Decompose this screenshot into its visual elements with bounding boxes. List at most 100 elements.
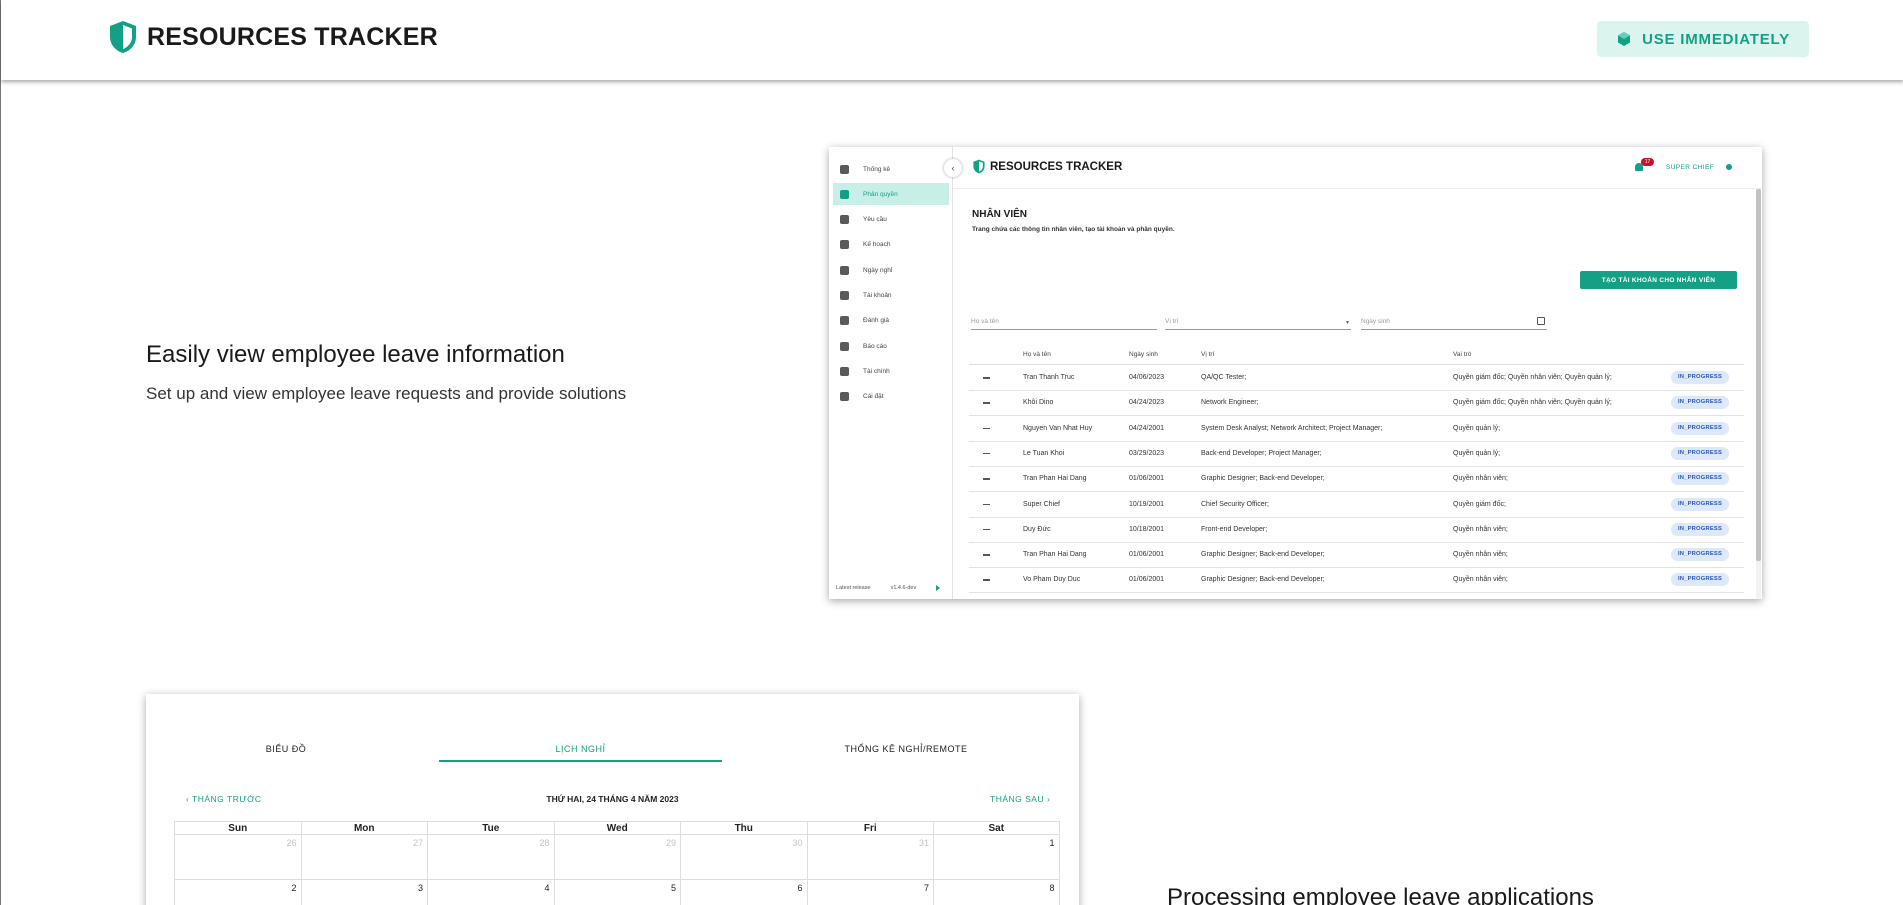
sidebar-item[interactable]: Ngày nghỉ	[833, 259, 949, 281]
tab-leave-remote-stats[interactable]: THỐNG KÊ NGHỈ/REMOTE	[776, 744, 1036, 754]
table-cell-name: Tran Phan Hai Dang	[1023, 551, 1087, 559]
birthday-filter-placeholder: Ngày sinh	[1361, 318, 1390, 325]
use-immediately-label: USE IMMEDIATELY	[1642, 30, 1790, 48]
sidebar-item[interactable]: Báo cáo	[833, 335, 949, 357]
play-icon[interactable]	[936, 585, 941, 591]
name-filter-placeholder: Họ và tên	[971, 318, 999, 325]
name-filter-input[interactable]: Họ và tên	[971, 314, 1157, 330]
calendar-icon	[840, 240, 849, 250]
column-header: Vị trí	[1201, 351, 1215, 358]
table-cell-name: Tran Phan Hai Dang	[1023, 475, 1087, 483]
table-cell-name: Vo Pham Duy Duc	[1023, 576, 1081, 584]
calendar-day-cell[interactable]: 1	[933, 835, 1060, 880]
shield-logo-icon	[973, 159, 985, 174]
calendar-day-cell[interactable]: 6	[680, 880, 807, 905]
tab-leave-calendar[interactable]: LỊCH NGHỈ	[439, 744, 722, 754]
account-icon	[840, 291, 849, 300]
sidebar-item[interactable]: Cài đặt	[833, 386, 949, 408]
sidebar-item-label: Tài khoản	[863, 292, 892, 299]
chevron-down-icon: ▾	[1345, 320, 1349, 326]
table-cell-birthday: 10/18/2001	[1129, 525, 1165, 533]
column-header: Vai trò	[1453, 351, 1472, 358]
sidebar-item-label: Yêu cầu	[863, 216, 887, 224]
table-cell-position: Graphic Designer; Back-end Developer;	[1201, 551, 1325, 559]
table-row[interactable]: Vo Pham Duy Duc 01/06/2001 Graphic Designe…	[969, 568, 1744, 594]
table-row[interactable]: Duy Đức 10/18/2001 Front-end Developer; Quy…	[969, 518, 1744, 543]
calendar-day-cell[interactable]: 3	[300, 880, 428, 905]
row-actions-icon[interactable]	[983, 377, 990, 379]
table-cell-position: Network Engineer;	[1201, 399, 1259, 407]
weekday-header: Mon	[300, 821, 427, 835]
sidebar-item[interactable]: Thống kê	[833, 158, 949, 180]
use-immediately-button[interactable]: USE IMMEDIATELY	[1597, 21, 1809, 57]
sidebar-item[interactable]: Tài chính	[833, 360, 949, 382]
row-actions-icon[interactable]	[983, 478, 990, 480]
current-date: THỨ HAI, 24 THÁNG 4 NĂM 2023	[546, 794, 679, 804]
row-actions-icon[interactable]	[983, 503, 990, 505]
row-actions-icon[interactable]	[983, 427, 990, 430]
table-cell-birthday: 04/24/2023	[1129, 399, 1165, 407]
weekday-header: Wed	[553, 821, 680, 835]
calendar-day-cell[interactable]: 28	[427, 835, 554, 880]
create-account-button[interactable]: TẠO TÀI KHOẢN CHO NHÂN VIÊN	[1580, 271, 1737, 289]
table-row[interactable]: Super Chief 10/19/2001 Chief Security Offi…	[969, 493, 1744, 518]
status-badge: IN_PROGRESS	[1671, 421, 1729, 435]
sidebar-item-label: Thống kê	[863, 165, 891, 173]
status-badge: IN_PROGRESS	[1671, 573, 1729, 587]
report-icon	[840, 341, 849, 351]
birthday-filter-input[interactable]: Ngày sinh	[1361, 314, 1547, 330]
table-cell-birthday: 04/24/2001	[1129, 424, 1165, 432]
preview-brand: RESOURCES TRACKER	[973, 159, 1122, 174]
position-filter-select[interactable]: Vị trí ▾	[1165, 314, 1351, 330]
feature-description-leave-info: Set up and view employee leave requests …	[146, 384, 627, 403]
calendar-day-cell[interactable]: 29	[553, 835, 680, 880]
row-actions-icon[interactable]	[983, 528, 990, 531]
table-row[interactable]: Le Tuan Khoi 03/29/2023 Back-end Developer…	[969, 442, 1744, 467]
brand-logo[interactable]: RESOURCES TRACKER	[109, 20, 438, 54]
calendar-day-cell[interactable]: 31	[806, 835, 933, 880]
tab-chart[interactable]: BIỂU ĐỒ	[186, 744, 386, 754]
table-row[interactable]: Tran Phan Hai Dang 01/06/2001 Graphic Desi…	[969, 467, 1744, 493]
sidebar-item[interactable]: Kế hoạch	[833, 234, 949, 256]
preview-sidebar: Thống kê Phân quyền Yêu cầu Kế hoạch Ngày ng…	[829, 147, 953, 599]
calendar-day-cell[interactable]: 4	[427, 880, 554, 905]
table-row[interactable]: Tran Phan Hai Dang 01/06/2001 Graphic Desi…	[969, 543, 1744, 569]
calendar-day-cell[interactable]: 2	[174, 880, 301, 905]
sidebar-item-label: Ngày nghỉ	[863, 266, 893, 274]
sidebar-item-label: Tài chính	[863, 367, 890, 375]
user-icon[interactable]	[1726, 164, 1732, 170]
calendar-day-cell[interactable]: 27	[300, 835, 427, 880]
table-cell-position: Graphic Designer; Back-end Developer;	[1201, 576, 1325, 584]
row-actions-icon[interactable]	[983, 402, 990, 404]
table-cell-birthday: 10/19/2001	[1129, 500, 1165, 508]
calendar-icon[interactable]	[1537, 317, 1545, 325]
table-cell-birthday: 01/06/2001	[1129, 475, 1165, 483]
table-cell-role: Quyền nhân viên;	[1453, 576, 1508, 584]
calendar-day-cell[interactable]: 5	[553, 880, 681, 905]
sidebar-item-label: Báo cáo	[863, 342, 887, 350]
table-cell-position: Front-end Developer;	[1201, 525, 1268, 533]
sidebar-item[interactable]: Phân quyền	[833, 183, 949, 206]
calendar-day-cell[interactable]: 8	[933, 880, 1060, 905]
calendar-day-cell[interactable]: 30	[680, 835, 807, 880]
sidebar-item[interactable]: Tài khoản	[833, 285, 949, 307]
table-cell-role: Quyền quản lý;	[1453, 449, 1501, 457]
table-row[interactable]: Nguyen Van Nhat Huy 04/24/2001 System Desk…	[969, 417, 1744, 442]
row-actions-icon[interactable]	[983, 579, 990, 581]
row-actions-icon[interactable]	[983, 554, 990, 556]
calendar-day-cell[interactable]: 26	[174, 835, 301, 880]
user-name[interactable]: SUPER CHIEF	[1666, 164, 1714, 171]
row-actions-icon[interactable]	[983, 452, 990, 455]
table-row[interactable]: Tran Thanh Truc 04/06/2023 QA/QC Tester; Qu…	[969, 366, 1744, 391]
table-cell-position: QA/QC Tester;	[1201, 374, 1247, 381]
table-cell-role: Quyền quản lý;	[1453, 424, 1501, 432]
sidebar-item[interactable]: Yêu cầu	[833, 209, 949, 231]
table-row[interactable]: Khôi Dino 04/24/2023 Network Engineer; Quyề…	[969, 391, 1744, 417]
next-month-button[interactable]: THÁNG SAU ›	[990, 794, 1050, 804]
collapse-sidebar-icon[interactable]: ‹	[944, 159, 962, 177]
feature-title-leave-info: Easily view employee leave information	[146, 341, 565, 368]
sidebar-item[interactable]: Đánh giá	[833, 310, 949, 332]
calendar-day-cell[interactable]: 7	[806, 880, 934, 905]
scrollbar-thumb[interactable]	[1756, 189, 1761, 561]
table-cell-role: Quyền nhân viên;	[1453, 475, 1508, 483]
